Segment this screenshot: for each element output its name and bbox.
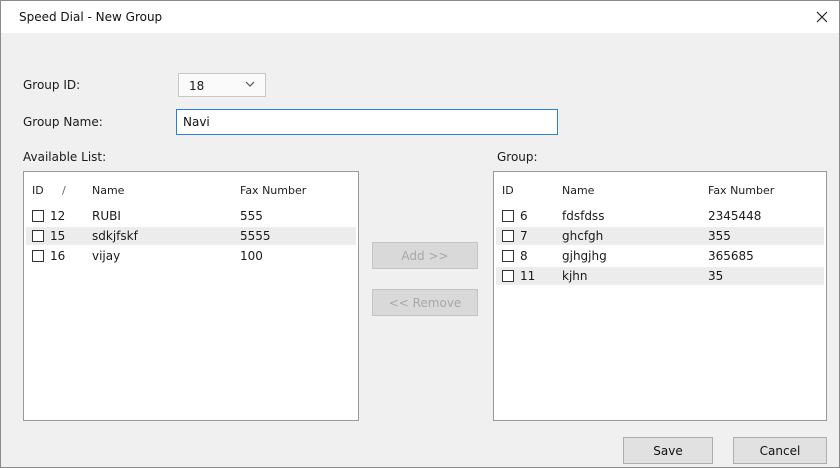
table-row[interactable]: 6 fdsfdss 2345448 <box>496 207 824 225</box>
remove-button[interactable]: << Remove <box>372 289 478 316</box>
group-list[interactable]: ID Name Fax Number 6 fdsfdss 2345448 7 g… <box>493 171 827 421</box>
row-checkbox[interactable] <box>32 210 44 222</box>
row-fax: 35 <box>708 269 724 283</box>
close-icon <box>816 11 828 23</box>
row-id: 7 <box>520 229 528 243</box>
row-name: kjhn <box>562 269 588 283</box>
row-name: vijay <box>92 249 121 263</box>
window-title: Speed Dial - New Group <box>19 10 163 24</box>
row-fax: 365685 <box>708 249 754 263</box>
table-row[interactable]: 7 ghcfgh 355 <box>496 227 824 245</box>
available-list-label: Available List: <box>23 150 107 164</box>
row-name: ghcfgh <box>562 229 604 243</box>
row-checkbox[interactable] <box>502 210 514 222</box>
sort-indicator: / <box>62 184 66 197</box>
row-id: 15 <box>50 229 66 243</box>
column-header-name[interactable]: Name <box>562 184 594 197</box>
table-row[interactable]: 11 kjhn 35 <box>496 267 824 285</box>
row-name: fdsfdss <box>562 209 605 223</box>
title-bar: Speed Dial - New Group <box>1 1 839 33</box>
group-name-label: Group Name: <box>23 115 103 129</box>
group-name-input[interactable] <box>183 114 543 130</box>
row-fax: 100 <box>240 249 263 263</box>
dialog-window: Speed Dial - New Group Group ID: 18 Grou… <box>0 0 840 468</box>
save-button[interactable]: Save <box>623 437 713 464</box>
column-header-id[interactable]: ID <box>32 184 44 197</box>
row-name: RUBI <box>92 209 121 223</box>
table-row[interactable]: 16 vijay 100 <box>26 247 356 265</box>
chevron-down-icon <box>245 81 255 87</box>
row-fax: 2345448 <box>708 209 762 223</box>
row-checkbox[interactable] <box>32 250 44 262</box>
row-fax: 555 <box>240 209 263 223</box>
row-id: 12 <box>50 209 66 223</box>
column-header-fax[interactable]: Fax Number <box>708 184 774 197</box>
column-header-id[interactable]: ID <box>502 184 514 197</box>
row-id: 16 <box>50 249 66 263</box>
column-header-fax[interactable]: Fax Number <box>240 184 306 197</box>
row-id: 11 <box>520 269 536 283</box>
row-fax: 355 <box>708 229 731 243</box>
row-name: sdkjfskf <box>92 229 138 243</box>
row-checkbox[interactable] <box>502 230 514 242</box>
table-row[interactable]: 8 gjhgjhg 365685 <box>496 247 824 265</box>
column-header-name[interactable]: Name <box>92 184 124 197</box>
row-name: gjhgjhg <box>562 249 607 263</box>
group-name-field-box <box>176 109 558 135</box>
cancel-button[interactable]: Cancel <box>733 437 827 464</box>
row-id: 6 <box>520 209 528 223</box>
row-checkbox[interactable] <box>502 250 514 262</box>
table-row[interactable]: 15 sdkjfskf 5555 <box>26 227 356 245</box>
group-id-label: Group ID: <box>23 78 81 92</box>
add-button[interactable]: Add >> <box>372 242 478 269</box>
table-row[interactable]: 12 RUBI 555 <box>26 207 356 225</box>
group-id-dropdown[interactable]: 18 <box>178 73 266 97</box>
group-list-label: Group: <box>497 150 538 164</box>
group-id-value: 18 <box>189 79 205 93</box>
close-button[interactable] <box>809 4 835 30</box>
row-id: 8 <box>520 249 528 263</box>
available-list[interactable]: ID / Name Fax Number 12 RUBI 555 15 sdkj… <box>23 171 359 421</box>
row-checkbox[interactable] <box>32 230 44 242</box>
row-checkbox[interactable] <box>502 270 514 282</box>
row-fax: 5555 <box>240 229 271 243</box>
